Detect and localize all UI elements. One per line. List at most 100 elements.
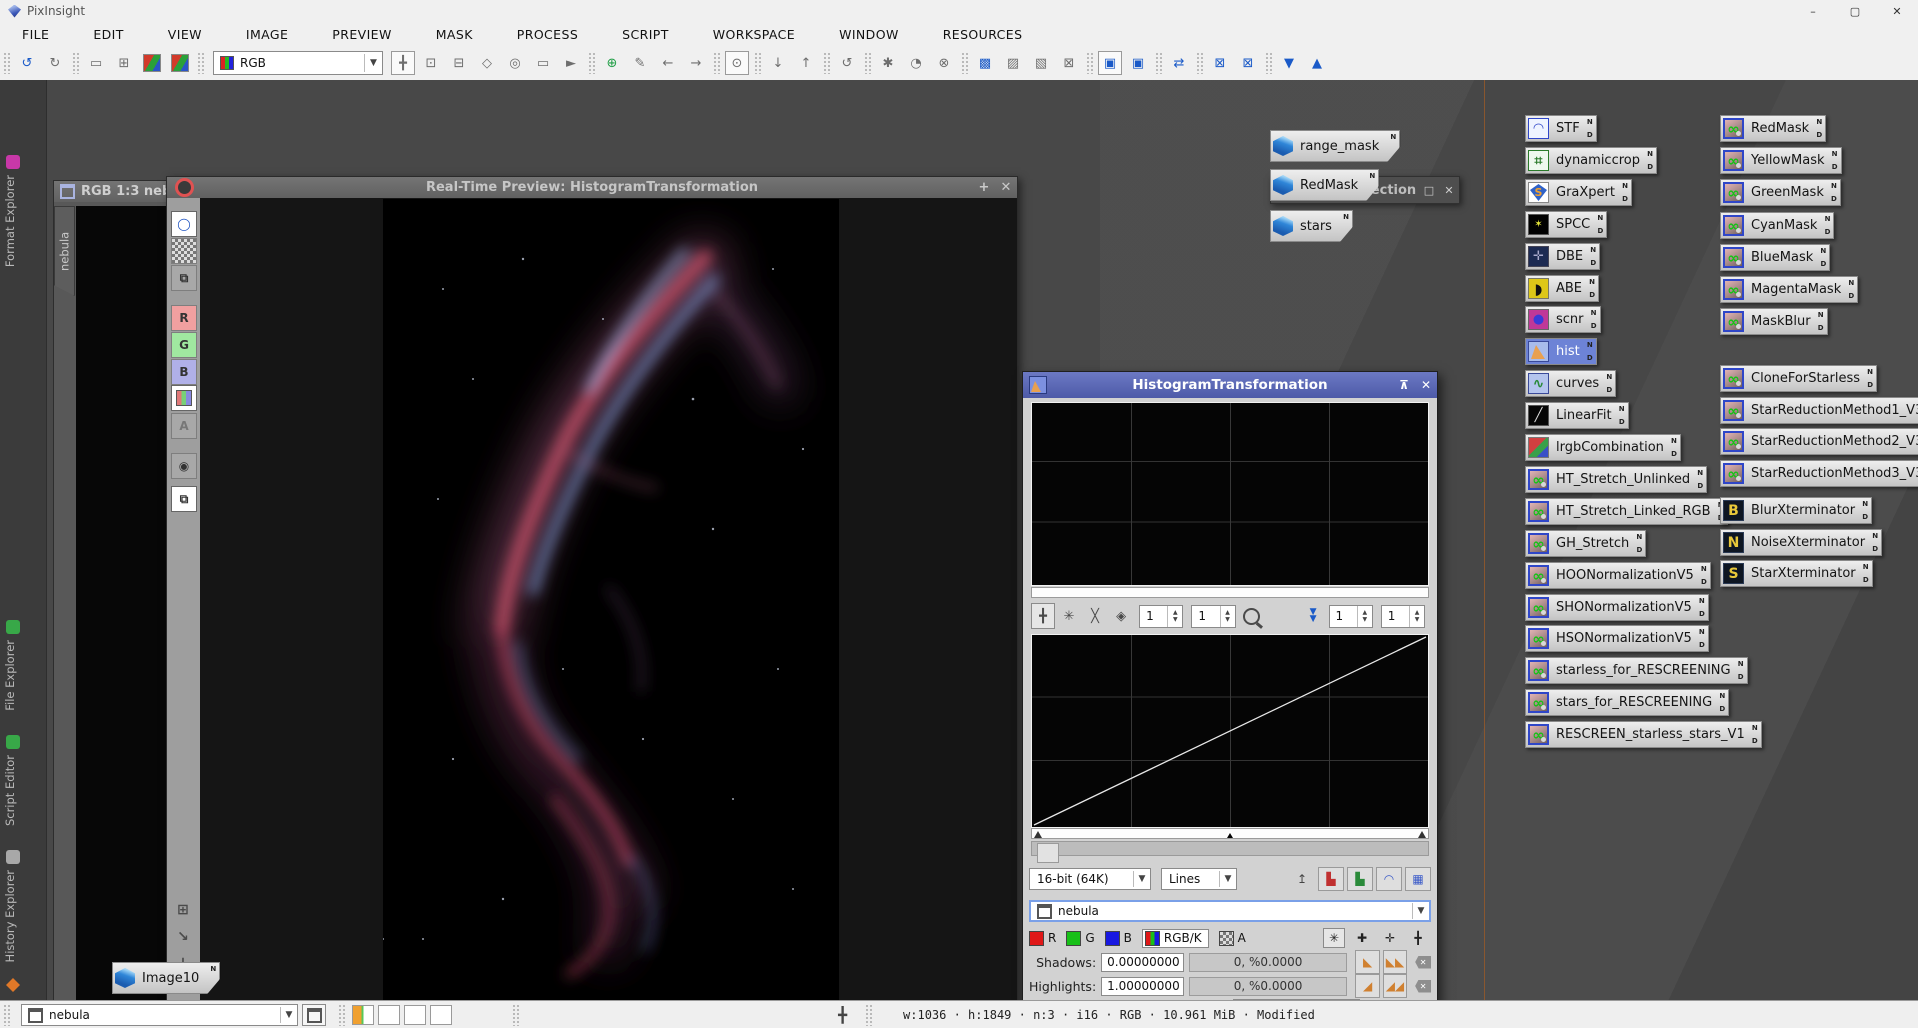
rgb-channels-image-icon[interactable] xyxy=(143,54,161,72)
previous-instance-icon[interactable]: ← xyxy=(656,51,680,75)
camera-icon[interactable]: ◉ xyxy=(171,453,197,479)
process-icon-RESCREEN_starless_stars_V1[interactable]: ∞RESCREEN_starless_stars_V1ND xyxy=(1525,721,1762,748)
curve-v-zoom-spinner[interactable]: 1▲▼ xyxy=(1381,605,1425,628)
zoom-in-fit-icon[interactable]: ╳ xyxy=(1083,603,1107,629)
main-workspace-icon[interactable]: ▣ xyxy=(1098,51,1122,75)
menu-window[interactable]: WINDOW xyxy=(817,27,921,42)
process-icon-StarXterminator[interactable]: SStarXterminatorND xyxy=(1720,560,1873,587)
instance-history-icon[interactable]: ◔ xyxy=(904,51,928,75)
shadows-input[interactable]: 0.00000000 xyxy=(1101,953,1184,972)
close-icon[interactable]: ✕ xyxy=(1439,184,1459,197)
workspace-thumbnail-4[interactable] xyxy=(430,1005,452,1025)
graph-style-selector[interactable]: Lines ▼ xyxy=(1161,868,1237,890)
pan-mode-icon[interactable]: ╋ xyxy=(1031,603,1055,629)
close-all-windows-icon[interactable]: ⊠ xyxy=(1236,51,1260,75)
process-icon-BlueMask[interactable]: ∞BlueMaskND xyxy=(1720,244,1830,271)
process-icon-HT_Stretch_Unlinked[interactable]: ∞HT_Stretch_UnlinkedND xyxy=(1525,466,1707,493)
workspace-thumbnail-3[interactable] xyxy=(404,1005,426,1025)
mask-invert-icon[interactable]: ▧ xyxy=(1029,51,1053,75)
zoom-out-fit-icon[interactable]: ✳ xyxy=(1057,603,1081,629)
selection-mode-icon[interactable]: ▭ xyxy=(531,51,555,75)
minimize-icon[interactable]: – xyxy=(1792,0,1834,22)
export-graph-icon[interactable]: ↥ xyxy=(1289,867,1315,891)
process-icon-StarReductionMethod3_V3[interactable]: ∞StarReductionMethod3_V3ND xyxy=(1720,460,1918,487)
duplicate-image-icon[interactable]: ⊞ xyxy=(112,51,136,75)
image-window-canvas[interactable] xyxy=(76,206,173,1000)
process-icon-GreenMask[interactable]: ∞GreenMaskND xyxy=(1720,179,1841,206)
pan-icon[interactable]: ╋ xyxy=(391,51,415,75)
menu-image[interactable]: IMAGE xyxy=(224,27,310,42)
process-icon-LinearFit[interactable]: ╱LinearFitND xyxy=(1525,402,1629,429)
reset-shadows-icon[interactable]: ✕ xyxy=(1415,956,1431,969)
process-icon-DBE[interactable]: ✛DBEND xyxy=(1525,243,1600,270)
clip-highlights-icon[interactable]: ✛ xyxy=(1379,928,1401,948)
sidebar-tab-script-editor[interactable]: Script Editor xyxy=(3,755,27,826)
mask-visible-icon[interactable]: ▩ xyxy=(973,51,997,75)
shade-icon[interactable]: ⊼ xyxy=(1393,378,1415,392)
menu-resources[interactable]: RESOURCES xyxy=(921,27,1045,42)
process-icon-dynamiccrop[interactable]: ⌗dynamiccropND xyxy=(1525,147,1657,174)
window-upload-icon[interactable]: ▲ xyxy=(1305,51,1329,75)
instance-settings-icon[interactable]: ✱ xyxy=(876,51,900,75)
shadows-marker[interactable] xyxy=(1034,831,1042,838)
process-icon-NoiseXterminator[interactable]: NNoiseXterminatorND xyxy=(1720,529,1882,556)
grip-handle[interactable] xyxy=(338,1004,345,1026)
channel-rgb-k-toggle[interactable]: RGB/K xyxy=(1142,929,1209,948)
menu-edit[interactable]: EDIT xyxy=(71,27,145,42)
combined-histogram-icon[interactable]: ▙ xyxy=(1347,867,1373,891)
target-view-selector[interactable]: nebula ▼ xyxy=(1029,900,1431,922)
channel-b-toggle[interactable]: B xyxy=(1105,931,1132,946)
import-instance-icon[interactable]: ↓ xyxy=(766,51,790,75)
process-icon-curves[interactable]: ∿curvesND xyxy=(1525,370,1616,397)
channel-r-icon[interactable]: R xyxy=(171,305,197,331)
nebula-preview-image[interactable] xyxy=(383,199,839,1000)
shadows-clip-icon[interactable]: ◣ xyxy=(1355,950,1379,974)
rgb-view-selector[interactable]: RGB▼ xyxy=(213,51,383,75)
reload-instance-icon[interactable]: ↺ xyxy=(835,51,859,75)
process-icon-HT_Stretch_Linked_RGB[interactable]: ∞HT_Stretch_Linked_RGBND xyxy=(1525,498,1728,525)
menu-file[interactable]: FILE xyxy=(0,27,71,42)
grip-handle[interactable] xyxy=(865,1004,872,1026)
new-instance-icon[interactable]: ⊕ xyxy=(600,51,624,75)
dialog-titlebar[interactable]: HistogramTransformation ⊼ ✕ xyxy=(1023,372,1437,398)
highlights-marker[interactable] xyxy=(1418,831,1426,838)
mask-channels-image-icon[interactable] xyxy=(171,54,189,72)
process-icon-SPCC[interactable]: ✶SPCCND xyxy=(1525,211,1607,238)
process-icon-Image10[interactable]: Image10N xyxy=(112,962,220,994)
redo-icon[interactable]: ↻ xyxy=(43,51,67,75)
highlights-clip-rgb-icon[interactable]: ◢◢ xyxy=(1383,974,1407,998)
mask-edit-icon[interactable]: ▨ xyxy=(1001,51,1025,75)
process-icon-BlurXterminator[interactable]: BBlurXterminatorND xyxy=(1720,497,1872,524)
pin-icon[interactable] xyxy=(6,978,20,992)
grip-handle[interactable] xyxy=(3,52,10,74)
preview-titlebar[interactable]: Real-Time Preview: HistogramTransformati… xyxy=(167,177,1017,198)
maximize-icon[interactable]: ▢ xyxy=(1834,0,1876,22)
image-window-titlebar[interactable]: RGB 1:3 neb xyxy=(54,181,173,202)
process-icon-HSONormalizationV5[interactable]: ∞HSONormalizationV5ND xyxy=(1525,625,1709,652)
process-icon-RedMask[interactable]: ∞RedMaskND xyxy=(1720,115,1826,142)
readout-mode-icon[interactable]: ◎ xyxy=(503,51,527,75)
highlights-input[interactable]: 1.00000000 xyxy=(1101,977,1184,996)
grip-handle[interactable] xyxy=(512,1004,519,1026)
process-icon-SHONormalizationV5[interactable]: ∞SHONormalizationV5ND xyxy=(1525,594,1709,621)
forward-icon[interactable]: ↘ xyxy=(171,925,195,949)
browse-instance-icon[interactable]: ⊙ xyxy=(725,51,749,75)
layers-icon[interactable]: ⧉ xyxy=(171,265,197,291)
resolution-selector[interactable]: 16-bit (64K) ▼ xyxy=(1029,868,1151,890)
double-chevron-down-icon[interactable]: ▼▼ xyxy=(1310,609,1317,623)
grid-display-icon[interactable]: ▦ xyxy=(1405,867,1431,891)
process-icon-GH_Stretch[interactable]: ∞GH_StretchND xyxy=(1525,530,1646,557)
readout-diamond-icon[interactable]: ◈ xyxy=(1109,603,1133,629)
menu-workspace[interactable]: WORKSPACE xyxy=(691,27,817,42)
sidebar-tab-format-explorer[interactable]: Format Explorer xyxy=(3,175,27,267)
menu-process[interactable]: PROCESS xyxy=(495,27,600,42)
sidebar-tab-file-explorer[interactable]: File Explorer xyxy=(3,640,27,711)
process-icon-GraXpert[interactable]: GraXpertND xyxy=(1525,179,1632,206)
highlights-clip-icon[interactable]: ◢ xyxy=(1355,974,1379,998)
image-window-side-tab[interactable]: nebula xyxy=(54,206,75,296)
close-instance-icon[interactable]: ⊗ xyxy=(932,51,956,75)
close-dialog-icon[interactable]: ✕ xyxy=(1415,378,1437,392)
menu-preview[interactable]: PREVIEW xyxy=(310,27,413,42)
pages-icon[interactable]: ⧉ xyxy=(171,486,197,512)
close-window-icon[interactable]: ⊠ xyxy=(1208,51,1232,75)
